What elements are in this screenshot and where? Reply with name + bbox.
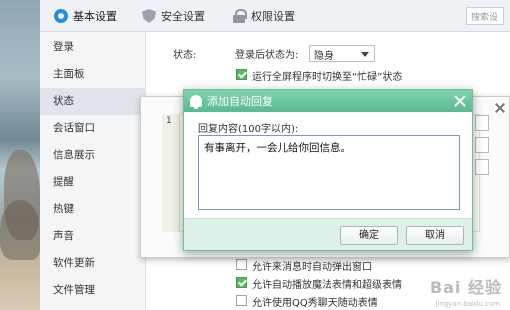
tab-permission-settings[interactable]: 权限设置 <box>232 6 295 26</box>
sidebar-item-chat-window[interactable]: 会话窗口 <box>40 115 145 142</box>
tab-label: 基本设置 <box>73 10 117 23</box>
tab-label: 权限设置 <box>251 10 295 23</box>
sidebar-item-login[interactable]: 登录 <box>40 34 145 61</box>
reply-content-textarea[interactable]: 有事离开，一会儿给你回信息。 <box>198 135 460 210</box>
login-status-select[interactable]: 隐身 <box>309 45 375 62</box>
side-button[interactable] <box>475 159 489 175</box>
settings-tab-bar: 基本设置 安全设置 权限设置 搜索设 <box>40 0 510 32</box>
ok-button[interactable]: 确定 <box>340 226 398 245</box>
popup-window-label: 允许来消息时自动弹出窗口 <box>252 262 372 273</box>
qq-show-checkbox[interactable] <box>236 295 247 306</box>
add-auto-reply-dialog: 添加自动回复 回复内容(100字以内): 有事离开，一会儿给你回信息。 确定 取… <box>183 89 473 251</box>
sidebar-item-sound[interactable]: 声音 <box>40 223 145 250</box>
sidebar-item-status[interactable]: 状态 <box>40 88 145 115</box>
magic-expression-label: 允许自动播放魔法表情和超级表情 <box>252 280 402 291</box>
fullscreen-busy-checkbox[interactable] <box>236 69 247 80</box>
watermark: Bai 经验 <box>429 278 502 297</box>
watermark-url: jingyan.baidu.com <box>435 300 500 308</box>
search-input[interactable]: 搜索设 <box>466 7 504 25</box>
line-number-gutter: 1 <box>162 114 180 232</box>
sidebar-item-main-panel[interactable]: 主面板 <box>40 61 145 88</box>
side-button[interactable] <box>475 115 489 131</box>
sidebar-item-software-update[interactable]: 软件更新 <box>40 250 145 277</box>
dialog-title: 添加自动回复 <box>207 95 273 108</box>
tab-security-settings[interactable]: 安全设置 <box>142 6 205 26</box>
gear-icon <box>54 9 68 23</box>
background-photo <box>0 0 40 310</box>
close-icon[interactable] <box>495 103 505 113</box>
dialog-footer: 确定 取消 <box>184 218 472 250</box>
sidebar-item-reminder[interactable]: 提醒 <box>40 169 145 196</box>
shield-icon <box>142 9 156 23</box>
tab-label: 安全设置 <box>161 10 205 23</box>
status-section-label: 状态: <box>173 50 197 61</box>
sidebar-item-info-display[interactable]: 信息展示 <box>40 142 145 169</box>
close-icon[interactable] <box>454 95 466 107</box>
fullscreen-busy-label: 运行全屏程序时切换至“忙碌”状态 <box>252 72 403 83</box>
tab-basic-settings[interactable]: 基本设置 <box>54 6 117 26</box>
qq-show-label: 允许使用QQ秀聊天随动表情 <box>252 298 378 309</box>
rock-shape <box>0 200 40 260</box>
side-button[interactable] <box>475 137 489 153</box>
popup-window-checkbox[interactable] <box>236 259 247 270</box>
sidebar-item-file-management[interactable]: 文件管理 <box>40 277 145 304</box>
cancel-button[interactable]: 取消 <box>406 226 464 245</box>
sidebar-item-hotkeys[interactable]: 热键 <box>40 196 145 223</box>
magic-expression-checkbox[interactable] <box>236 277 247 288</box>
dialog-title-bar: 添加自动回复 <box>184 90 472 112</box>
settings-sidebar: 登录 主面板 状态 会话窗口 信息展示 提醒 热键 声音 软件更新 文件管理 <box>40 32 146 310</box>
login-status-label: 登录后状态为: <box>235 50 299 61</box>
lock-icon <box>232 9 247 23</box>
bell-icon <box>190 95 202 109</box>
reply-content-label: 回复内容(100字以内): <box>198 124 299 135</box>
